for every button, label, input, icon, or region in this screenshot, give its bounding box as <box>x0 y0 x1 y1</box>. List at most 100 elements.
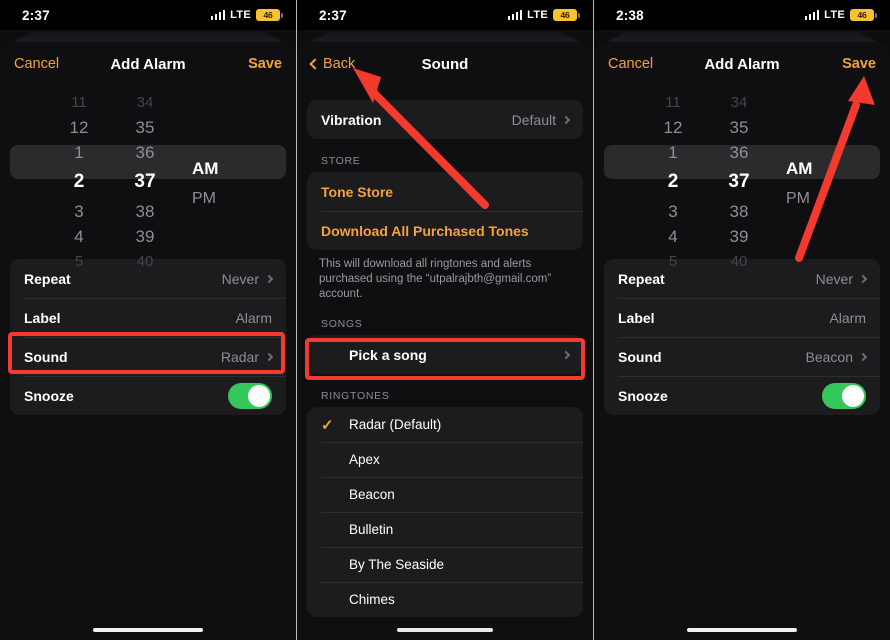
row-value: Beacon <box>805 348 853 365</box>
hour-option-selected[interactable]: 2 <box>640 165 706 199</box>
row-label: Repeat <box>618 270 665 287</box>
cancel-button[interactable]: Cancel <box>608 56 653 72</box>
row-value: Default <box>511 111 556 128</box>
row-download-purchased-tones[interactable]: Download All Purchased Tones <box>307 211 583 250</box>
sound-sheet: Back Sound Vibration Default STORE Tone … <box>297 42 593 640</box>
meridiem-option[interactable]: PM <box>192 186 250 211</box>
vibration-group: Vibration Default <box>307 100 583 139</box>
save-button[interactable]: Save <box>248 56 282 72</box>
row-label-field[interactable]: Label Alarm <box>604 298 880 337</box>
hour-option[interactable]: 3 <box>46 199 112 224</box>
home-indicator <box>397 627 493 632</box>
row-ringtone-bulletin[interactable]: Bulletin <box>307 512 583 547</box>
minute-option[interactable]: 35 <box>706 115 772 140</box>
minute-option[interactable]: 35 <box>112 115 178 140</box>
ringtone-label: By The Seaside <box>349 557 445 572</box>
status-bar: 2:38 LTE 46 <box>594 0 890 30</box>
row-ringtone-by-the-seaside[interactable]: By The Seaside <box>307 547 583 582</box>
row-repeat[interactable]: Repeat Never <box>604 259 880 298</box>
panel-add-alarm-before: 2:37 LTE 46 Cancel Add Alarm Save 11 12 … <box>0 0 296 640</box>
minute-option[interactable]: 38 <box>112 199 178 224</box>
minute-option-selected[interactable]: 37 <box>706 165 772 199</box>
row-value[interactable]: Alarm <box>235 310 272 326</box>
minute-option[interactable]: 36 <box>112 140 178 165</box>
row-ringtone-chimes[interactable]: Chimes <box>307 582 583 617</box>
hour-option[interactable]: 4 <box>640 224 706 249</box>
store-section-header: STORE <box>321 155 361 167</box>
row-repeat[interactable]: Repeat Never <box>10 259 286 298</box>
row-label: Snooze <box>24 387 74 404</box>
status-time: 2:37 <box>319 7 347 23</box>
meridiem-option[interactable]: PM <box>786 186 844 211</box>
row-pick-a-song[interactable]: Pick a song <box>307 335 583 374</box>
status-indicators: LTE 46 <box>507 9 580 21</box>
hour-option[interactable]: 12 <box>46 115 112 140</box>
row-ringtone-apex[interactable]: Apex <box>307 442 583 477</box>
back-button-label[interactable]: Back <box>323 56 355 72</box>
meridiem-wheel[interactable]: AM PM <box>178 90 250 243</box>
row-vibration[interactable]: Vibration Default <box>307 100 583 139</box>
row-sound[interactable]: Sound Beacon <box>604 337 880 376</box>
row-snooze[interactable]: Snooze <box>10 376 286 415</box>
time-picker[interactable]: 11 12 1 2 3 4 5 34 35 36 37 38 39 40 AM … <box>594 88 890 270</box>
hour-option[interactable]: 1 <box>46 140 112 165</box>
minute-wheel[interactable]: 34 35 36 37 38 39 40 <box>706 90 772 270</box>
panel-sound-picker: 2:37 LTE 46 Back Sound Vibration Default… <box>297 0 593 640</box>
row-label: Repeat <box>24 270 71 287</box>
hour-option[interactable]: 11 <box>46 90 112 115</box>
hour-option[interactable]: 12 <box>640 115 706 140</box>
row-value[interactable]: Alarm <box>829 310 866 326</box>
row-label: Sound <box>618 348 662 365</box>
home-indicator <box>687 627 797 632</box>
add-alarm-sheet: Cancel Add Alarm Save 11 12 1 2 3 4 5 34… <box>0 42 296 640</box>
minute-option[interactable]: 34 <box>706 90 772 115</box>
songs-section-header: SONGS <box>321 318 363 330</box>
hour-wheel[interactable]: 11 12 1 2 3 4 5 <box>640 90 706 270</box>
alarm-options-group: Repeat Never Label Alarm Sound Radar Sno… <box>10 259 286 415</box>
minute-option[interactable]: 36 <box>706 140 772 165</box>
hour-option[interactable]: 4 <box>46 224 112 249</box>
screenshot-triptych: 2:37 LTE 46 Cancel Add Alarm Save 11 12 … <box>0 0 890 640</box>
cancel-button[interactable]: Cancel <box>14 56 59 72</box>
time-picker[interactable]: 11 12 1 2 3 4 5 34 35 36 37 38 39 40 AM … <box>0 88 296 270</box>
tone-store-label: Tone Store <box>321 183 394 200</box>
hour-option-selected[interactable]: 2 <box>46 165 112 199</box>
minute-option-selected[interactable]: 37 <box>112 165 178 199</box>
row-ringtone-radar[interactable]: ✓ Radar (Default) <box>307 407 583 442</box>
pick-a-song-label: Pick a song <box>349 346 427 363</box>
home-indicator <box>93 627 203 632</box>
alarm-options-group: Repeat Never Label Alarm Sound Beacon Sn… <box>604 259 880 415</box>
meridiem-option-selected[interactable]: AM <box>192 152 250 186</box>
meridiem-option-selected[interactable]: AM <box>786 152 844 186</box>
ringtone-label: Radar (Default) <box>349 417 442 432</box>
minute-option[interactable]: 38 <box>706 199 772 224</box>
battery-level-label: 46 <box>560 10 570 20</box>
row-label-field[interactable]: Label Alarm <box>10 298 286 337</box>
row-tone-store[interactable]: Tone Store <box>307 172 583 211</box>
row-sound[interactable]: Sound Radar <box>10 337 286 376</box>
minute-option[interactable]: 39 <box>112 224 178 249</box>
status-bar: 2:37 LTE 46 <box>0 0 296 30</box>
back-button[interactable]: Back <box>309 56 355 72</box>
minute-wheel[interactable]: 34 35 36 37 38 39 40 <box>112 90 178 270</box>
songs-group: Pick a song <box>307 335 583 374</box>
chevron-left-icon <box>309 58 321 70</box>
snooze-toggle[interactable] <box>822 382 866 409</box>
hour-option[interactable]: 3 <box>640 199 706 224</box>
snooze-toggle[interactable] <box>228 382 272 409</box>
row-snooze[interactable]: Snooze <box>604 376 880 415</box>
row-ringtone-beacon[interactable]: Beacon <box>307 477 583 512</box>
save-button[interactable]: Save <box>842 56 876 72</box>
hour-wheel[interactable]: 11 12 1 2 3 4 5 <box>46 90 112 270</box>
meridiem-wheel[interactable]: AM PM <box>772 90 844 243</box>
chevron-right-icon <box>264 352 274 361</box>
hour-option[interactable]: 1 <box>640 140 706 165</box>
signal-bars-icon <box>507 10 523 20</box>
store-group: Tone Store Download All Purchased Tones <box>307 172 583 250</box>
minute-option[interactable]: 34 <box>112 90 178 115</box>
minute-option[interactable]: 39 <box>706 224 772 249</box>
hour-option[interactable]: 11 <box>640 90 706 115</box>
status-time: 2:37 <box>22 7 50 23</box>
status-indicators: LTE 46 <box>210 9 283 21</box>
ringtones-group: ✓ Radar (Default) Apex Beacon Bulletin B… <box>307 407 583 617</box>
